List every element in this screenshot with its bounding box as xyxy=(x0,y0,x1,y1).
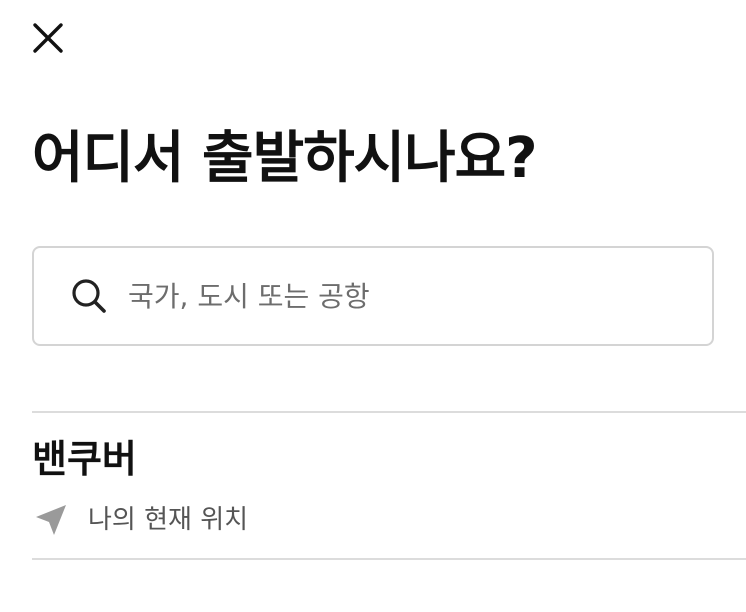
origin-picker-page: 어디서 출발하시나요? 밴쿠버 나의 현재 위치 xyxy=(0,0,746,612)
location-subtitle-row: 나의 현재 위치 xyxy=(32,501,248,539)
search-box[interactable] xyxy=(32,246,714,346)
divider xyxy=(32,558,746,560)
location-subtitle: 나의 현재 위치 xyxy=(88,505,249,535)
list-item-current-location[interactable]: 밴쿠버 나의 현재 위치 xyxy=(32,413,746,558)
search-icon xyxy=(70,277,108,315)
page-title: 어디서 출발하시나요? xyxy=(32,126,538,191)
search-input[interactable] xyxy=(128,279,648,313)
close-icon xyxy=(33,23,63,53)
close-button[interactable] xyxy=(26,16,70,60)
navigation-arrow-icon xyxy=(32,501,70,539)
location-name: 밴쿠버 xyxy=(32,437,137,481)
